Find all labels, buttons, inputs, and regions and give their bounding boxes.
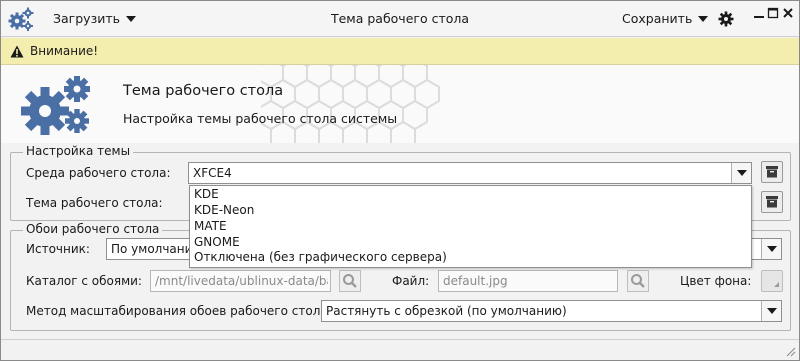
chevron-down-icon bbox=[767, 308, 777, 314]
chevron-down-icon bbox=[126, 15, 136, 22]
warning-bar: Внимание! bbox=[1, 38, 799, 65]
title-bar: Загрузить Тема рабочего стола Сохранить bbox=[1, 1, 799, 37]
scale-method-select[interactable]: Растянуть с обрезкой (по умолчанию) bbox=[321, 300, 782, 322]
warning-text: Внимание! bbox=[30, 44, 99, 58]
file-label: Файл: bbox=[392, 274, 430, 288]
chevron-down-icon bbox=[767, 246, 777, 252]
save-menu-label: Сохранить bbox=[622, 11, 693, 26]
wallpaper-legend: Обои рабочего стола bbox=[23, 222, 163, 236]
archive-icon bbox=[766, 166, 778, 178]
page-subtitle: Настройка темы рабочего стола системы bbox=[123, 111, 398, 126]
bg-color-label: Цвет фона: bbox=[680, 274, 752, 288]
search-icon bbox=[343, 274, 357, 288]
main-window: Загрузить Тема рабочего стола Сохранить bbox=[0, 0, 800, 361]
catalog-field[interactable]: /mnt/livedata/ublinux-data/ba bbox=[150, 270, 331, 292]
warning-icon bbox=[10, 45, 24, 58]
page-title: Тема рабочего стола bbox=[123, 83, 284, 99]
desktop-env-select[interactable]: XFCE4 bbox=[188, 162, 752, 184]
settings-gears-icon bbox=[8, 7, 34, 31]
env-archive-button[interactable] bbox=[761, 161, 783, 183]
hexagon-pattern bbox=[261, 65, 440, 143]
catalog-search-button[interactable] bbox=[339, 270, 361, 292]
dropdown-option-disabled[interactable]: Отключена (без графического сервера) bbox=[194, 250, 447, 264]
archive-icon bbox=[766, 196, 778, 208]
theme-settings-legend: Настройка темы bbox=[23, 144, 134, 158]
maximize-icon[interactable] bbox=[767, 7, 779, 19]
desktop-env-value: XFCE4 bbox=[193, 166, 232, 180]
close-icon[interactable] bbox=[782, 7, 794, 19]
search-icon bbox=[631, 274, 645, 288]
catalog-value: /mnt/livedata/ublinux-data/ba bbox=[155, 274, 328, 288]
file-value: default.jpg bbox=[443, 274, 508, 288]
gear-icon[interactable] bbox=[718, 11, 734, 27]
dropdown-arrow[interactable] bbox=[761, 301, 781, 321]
load-menu-label: Загрузить bbox=[53, 11, 120, 26]
dropdown-option-kde[interactable]: KDE bbox=[194, 187, 219, 201]
file-search-button[interactable] bbox=[627, 270, 649, 292]
color-swatch-icon bbox=[774, 282, 779, 287]
desktop-env-dropdown-list: KDE KDE-Neon MATE GNOME Отключена (без г… bbox=[189, 185, 752, 268]
chevron-down-icon bbox=[737, 170, 747, 176]
status-bar bbox=[1, 339, 799, 360]
minimize-icon[interactable] bbox=[753, 7, 765, 19]
dropdown-arrow[interactable] bbox=[731, 163, 751, 183]
chevron-down-icon bbox=[698, 15, 709, 22]
settings-gears-icon bbox=[21, 76, 90, 135]
dropdown-option-gnome[interactable]: GNOME bbox=[194, 235, 240, 249]
source-label: Источник: bbox=[26, 242, 90, 256]
file-field[interactable]: default.jpg bbox=[438, 270, 618, 292]
desktop-theme-label: Тема рабочего стола: bbox=[26, 196, 163, 210]
scale-method-value: Растянуть с обрезкой (по умолчанию) bbox=[326, 304, 567, 318]
page-header: Тема рабочего стола Настройка темы рабоч… bbox=[1, 65, 799, 143]
scale-method-label: Метод масштабирования обоев рабочего сто… bbox=[26, 304, 332, 318]
dropdown-arrow[interactable] bbox=[761, 239, 781, 259]
dropdown-option-kde-neon[interactable]: KDE-Neon bbox=[194, 203, 254, 217]
load-menu-button[interactable]: Загрузить bbox=[53, 11, 136, 26]
desktop-env-label: Среда рабочего стола: bbox=[26, 166, 171, 180]
theme-archive-button[interactable] bbox=[761, 191, 783, 213]
catalog-label: Каталог с обоями: bbox=[26, 274, 142, 288]
save-menu-button[interactable]: Сохранить bbox=[622, 11, 709, 26]
resize-grip-icon[interactable] bbox=[784, 345, 796, 357]
bg-color-button[interactable] bbox=[761, 270, 783, 292]
dropdown-option-mate[interactable]: MATE bbox=[194, 219, 227, 233]
